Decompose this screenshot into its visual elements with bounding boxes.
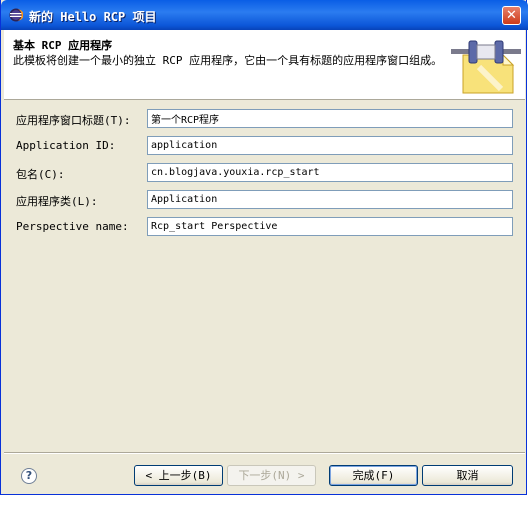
window-title: 新的 Hello RCP 项目 <box>29 10 157 24</box>
banner-description: 此模板将创建一个最小的独立 RCP 应用程序，它由一个具有标题的应用程序窗口组成… <box>13 54 443 67</box>
wizard-banner: 基本 RCP 应用程序 此模板将创建一个最小的独立 RCP 应用程序，它由一个具… <box>4 30 525 100</box>
banner-title: 基本 RCP 应用程序 <box>13 39 113 52</box>
package-name-label: 包名(C): <box>16 168 65 181</box>
package-name-row: 包名(C): <box>4 163 525 183</box>
cancel-button[interactable]: 取消 <box>422 465 513 486</box>
package-name-input[interactable] <box>147 163 513 182</box>
application-class-row: 应用程序类(L): <box>4 190 525 210</box>
next-button[interactable]: 下一步(N) > <box>227 465 316 486</box>
window-title-row: 应用程序窗口标题(T): <box>4 109 525 129</box>
application-id-label: Application ID: <box>16 139 116 152</box>
close-button[interactable]: ✕ <box>502 6 521 25</box>
perspective-name-row: Perspective name: <box>4 217 525 237</box>
button-bar-separator <box>4 452 525 454</box>
dialog-window: 新的 Hello RCP 项目 ✕ 基本 RCP 应用程序 此模板将创建一个最小… <box>0 0 528 495</box>
perspective-name-input[interactable] <box>147 217 513 236</box>
background-window-strip <box>0 495 529 505</box>
eclipse-icon <box>9 8 23 22</box>
perspective-name-label: Perspective name: <box>16 220 129 233</box>
finish-button[interactable]: 完成(F) <box>329 465 418 486</box>
window-title-input[interactable] <box>147 109 513 128</box>
window-title-label: 应用程序窗口标题(T): <box>16 114 131 127</box>
title-bar[interactable]: 新的 Hello RCP 项目 ✕ <box>1 0 528 30</box>
application-class-input[interactable] <box>147 190 513 209</box>
application-class-label: 应用程序类(L): <box>16 195 98 208</box>
plugin-wizard-icon <box>451 40 521 94</box>
application-id-row: Application ID: <box>4 136 525 156</box>
back-button[interactable]: < 上一步(B) <box>134 465 223 486</box>
help-icon[interactable]: ? <box>21 468 37 484</box>
application-id-input[interactable] <box>147 136 513 155</box>
close-icon: ✕ <box>506 8 517 23</box>
